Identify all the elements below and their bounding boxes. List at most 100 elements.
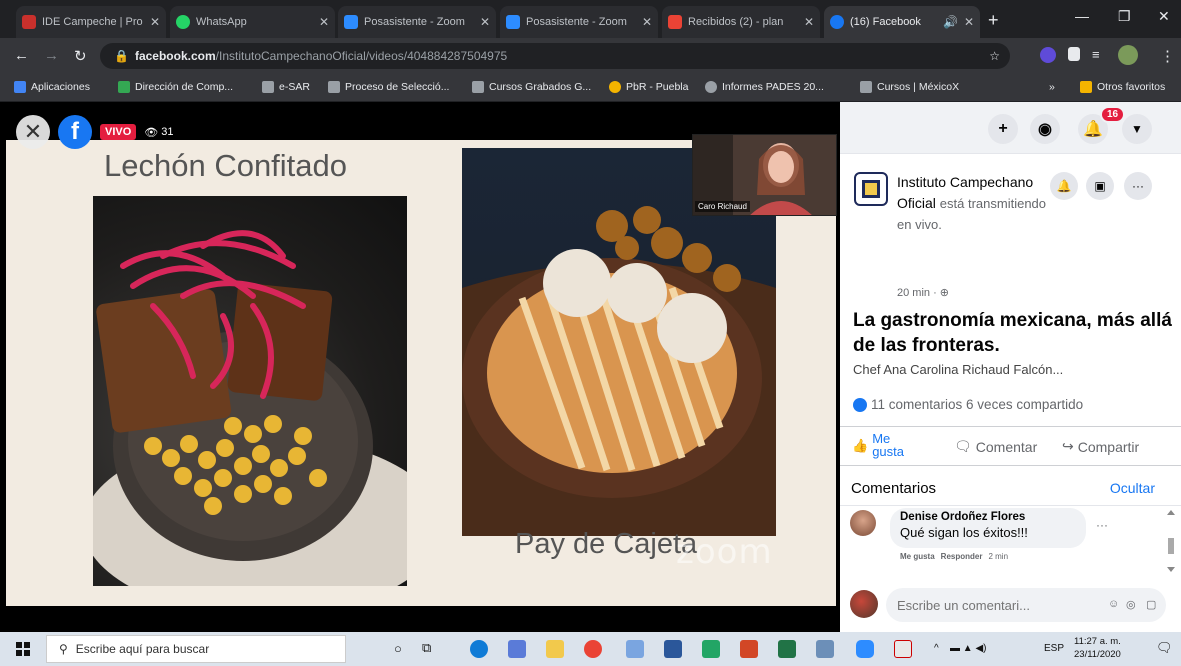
create-icon[interactable]: + [988,114,1018,144]
live-overlay: ✕ f VIVO 👁 31 [16,114,174,150]
camera-icon[interactable]: ◎ [1126,598,1136,611]
zoom-taskbar-icon[interactable] [856,640,874,658]
bookmark-folder[interactable]: Otros favoritos [1080,81,1165,93]
comment-more-icon[interactable]: ··· [1096,518,1108,532]
more-options-icon[interactable]: ··· [1124,172,1152,200]
video-side-panel: + ◉ 🔔 16 ▼ Instituto Campechano Oficial … [840,102,1181,632]
comment-reply-link[interactable]: Responder [941,552,983,561]
browser-tab[interactable]: Posasistente - Zoom ✕ [500,6,658,38]
close-video-icon[interactable]: ✕ [16,115,50,149]
browser-tab[interactable]: WhatsApp ✕ [170,6,335,38]
bookmark-item[interactable]: Aplicaciones [14,81,90,93]
cortana-icon[interactable]: ○ [394,641,402,656]
comment-button[interactable]: 🗨 Comentar [954,438,1037,455]
account-menu-icon[interactable]: ▼ [1122,114,1152,144]
comment-bubble: Denise Ordoñez Flores Qué sigan los éxit… [890,508,1086,548]
bookmark-item[interactable]: Cursos | MéxicoX [860,81,959,93]
taskbar-search[interactable]: ⚲ Escribe aquí para buscar [46,635,346,663]
menu-icon[interactable]: ⋮ [1160,47,1175,65]
clock[interactable]: 11:27 a. m. 23/11/2020 [1074,635,1121,661]
share-button[interactable]: ↪ Compartir [1062,438,1139,455]
extension-icon[interactable] [1068,47,1080,61]
browser-tab[interactable]: Posasistente - Zoom ✕ [338,6,496,38]
browser-tab[interactable]: Recibidos (2) - plan ✕ [662,6,820,38]
edge-icon[interactable] [470,640,488,658]
video-description[interactable]: Chef Ana Carolina Richaud Falcón... [853,362,1063,377]
powerpoint-icon[interactable] [740,640,758,658]
like-button[interactable]: 👍 Me gusta [852,432,904,458]
bookmark-label: Aplicaciones [31,81,90,93]
share-icon: ↪ [1062,438,1074,454]
apps-icon [14,81,26,93]
tab-close-icon[interactable]: ✕ [804,15,814,29]
excel-icon[interactable] [778,640,796,658]
tab-close-icon[interactable]: ✕ [964,15,974,29]
comments-scrollbar[interactable] [1167,510,1175,572]
address-bar[interactable]: 🔒 facebook.com/InstitutoCampechanoOficia… [100,43,1010,69]
app-icon[interactable] [508,640,526,658]
comment-like-link[interactable]: Me gusta [900,552,935,561]
emoji-icon[interactable]: ☺ [1108,598,1119,610]
bookmark-item[interactable]: Cursos Grabados G... [472,81,591,93]
browser-tab-active[interactable]: (16) Facebook 🔊 ✕ [824,6,980,38]
tab-close-icon[interactable]: ✕ [642,15,652,29]
reload-icon[interactable]: ↻ [74,47,87,65]
close-window-icon[interactable]: ✕ [1158,8,1170,25]
messenger-icon[interactable]: ◉ [1030,114,1060,144]
minimize-icon[interactable]: — [1075,8,1089,24]
commenter-avatar[interactable] [850,510,876,536]
tab-close-icon[interactable]: ✕ [319,15,329,29]
language-indicator[interactable]: ESP [1044,643,1064,654]
bookmark-item[interactable]: Informes PADES 20... [705,81,824,93]
bookmark-icon [328,81,340,93]
user-avatar[interactable] [850,590,878,618]
tray-icons[interactable]: ▬ ▲ ◀) [950,643,986,654]
windows-start-icon[interactable] [16,642,30,656]
back-icon[interactable]: ← [14,47,29,64]
extension-icon[interactable] [1040,47,1056,63]
follow-bell-icon[interactable]: 🔔 [1050,172,1078,200]
gif-icon[interactable]: ▢ [1146,598,1156,611]
browser-tab[interactable]: IDE Campeche | Pro ✕ [16,6,166,38]
bookmarks-overflow-icon[interactable]: » [1049,81,1055,93]
tab-close-icon[interactable]: ✕ [480,15,490,29]
new-tab-button[interactable]: + [988,10,999,31]
bookmark-item[interactable]: Dirección de Comp... [118,81,233,93]
gmail-icon [668,15,682,29]
star-icon[interactable]: ☆ [989,49,1000,63]
app-icon[interactable] [702,640,720,658]
speaker-icon[interactable]: 🔊 [943,15,958,29]
tray-expand-icon[interactable]: ^ [934,643,939,654]
file-explorer-icon[interactable] [546,640,564,658]
bookmark-item[interactable]: Proceso de Selecció... [328,81,449,93]
maximize-icon[interactable]: ❐ [1118,8,1131,25]
speaker-name-label: Caro Richaud [695,201,750,212]
facebook-logo-icon[interactable]: f [58,115,92,149]
profile-avatar[interactable] [1118,45,1138,65]
bookmark-icon [860,81,872,93]
word-icon[interactable] [664,640,682,658]
app-icon[interactable] [626,640,644,658]
comment-icon: 🗨 [954,438,972,454]
page-avatar[interactable] [854,172,888,206]
pdf-icon[interactable] [894,640,912,658]
comment-input[interactable] [886,588,1166,622]
comments-header: Comentarios Ocultar [840,472,1181,506]
speaker-video-thumbnail[interactable]: Caro Richaud [692,134,837,216]
app-icon[interactable] [816,640,834,658]
bookmark-item[interactable]: e-SAR [262,81,310,93]
forward-icon[interactable]: → [44,47,59,64]
bookmark-item[interactable]: PbR - Puebla [609,81,688,93]
task-view-icon[interactable]: ⧉ [422,640,431,656]
chrome-icon[interactable] [584,640,602,658]
save-icon[interactable]: ▣ [1086,172,1114,200]
facebook-icon [830,15,844,29]
hide-comments-link[interactable]: Ocultar [1110,480,1155,496]
bookmark-label: Otros favoritos [1097,81,1166,93]
reading-list-icon[interactable]: ≡ [1092,47,1100,62]
facebook-top-icons: + ◉ 🔔 16 ▼ [840,102,1181,154]
notification-center-icon[interactable]: 🗨 [1156,640,1173,656]
tab-close-icon[interactable]: ✕ [150,15,160,29]
comment-author[interactable]: Denise Ordoñez Flores [900,511,1076,523]
engagement-stats[interactable]: 11 comentarios 6 veces compartido [853,397,1083,412]
